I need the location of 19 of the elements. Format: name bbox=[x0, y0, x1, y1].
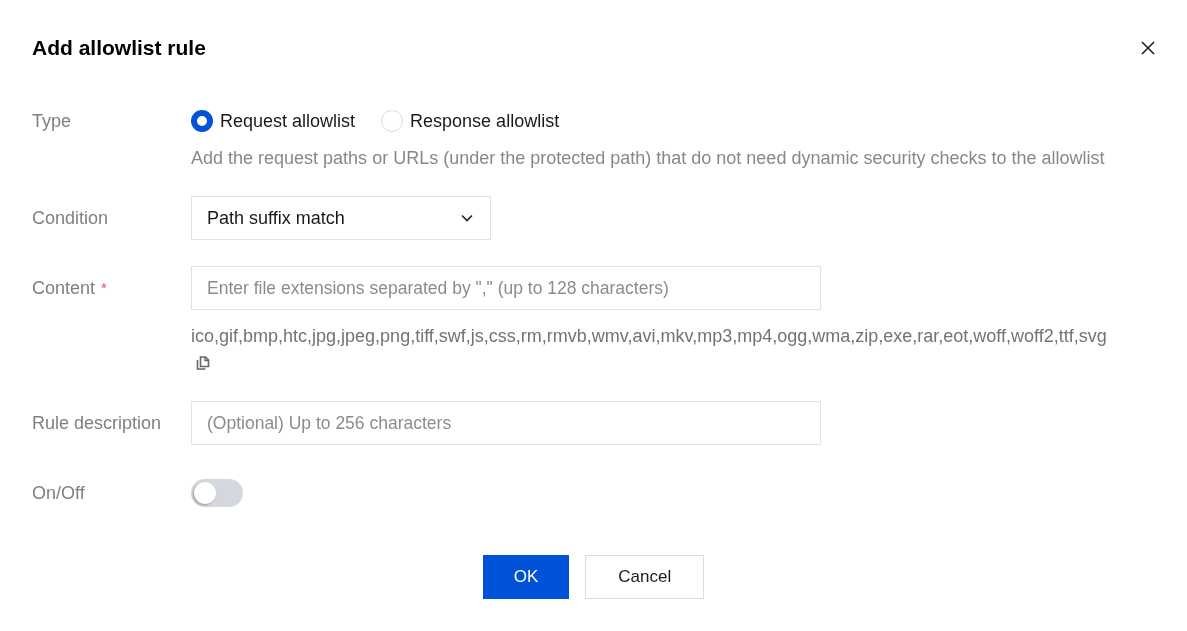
radio-option[interactable]: Request allowlist bbox=[191, 109, 356, 133]
field-label: Content bbox=[32, 277, 96, 300]
extensions-text: ico,gif,bmp,htc,jpg,jpeg,png,tiff,swf,js,css,rm,rmvb,wmv,avi,mkv,mp3,mp4,ogg,wma,zip,exe,rar,eot,woff,woff2,ttf,svg bbox=[191, 325, 1108, 348]
ok-button[interactable]: OK bbox=[482, 555, 570, 599]
field-label: Condition bbox=[32, 207, 109, 230]
required-mark: * bbox=[101, 278, 107, 298]
text-input[interactable]: Enter file extensions separated by "," (up to 128 characters) bbox=[191, 266, 821, 310]
radio-option[interactable]: Response allowlist bbox=[381, 109, 560, 133]
field-label: On/Off bbox=[32, 482, 85, 505]
cancel-button[interactable]: Cancel bbox=[585, 555, 705, 599]
hint-text: Add the request paths or URLs (under the protected path) that do not need dynamic security checks to the allowlist bbox=[191, 147, 1106, 170]
toggle-switch[interactable] bbox=[191, 479, 243, 507]
copy-icon[interactable] bbox=[196, 356, 210, 370]
condition-dropdown[interactable]: Path suffix match bbox=[191, 196, 491, 240]
field-label: Rule description bbox=[32, 412, 162, 435]
text-input[interactable]: (Optional) Up to 256 characters bbox=[191, 401, 821, 445]
close-icon[interactable] bbox=[1140, 40, 1156, 56]
field-label: Type bbox=[32, 110, 72, 133]
dialog-title: Add allowlist rule bbox=[32, 36, 206, 60]
